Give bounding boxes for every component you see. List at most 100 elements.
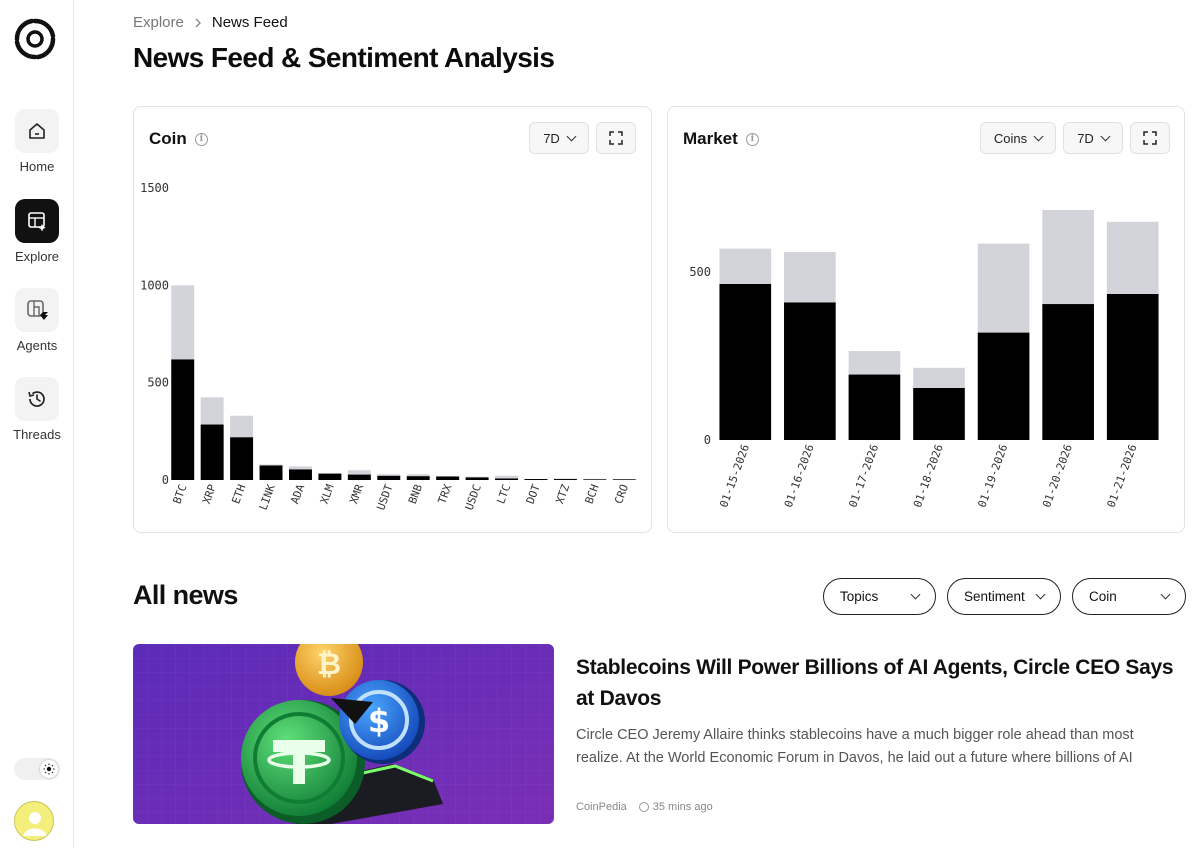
nav-agents[interactable]: Agents <box>0 288 74 353</box>
chevron-down-icon <box>910 589 921 600</box>
bar-segment[interactable] <box>848 374 901 440</box>
x-tick-label: 01-16-2026 <box>782 443 817 510</box>
x-tick-label: 01-15-2026 <box>717 443 752 510</box>
chevron-down-icon <box>1160 589 1171 600</box>
bar-segment[interactable] <box>465 476 489 478</box>
bar-segment[interactable] <box>913 367 965 388</box>
x-tick-label: 01-19-2026 <box>976 443 1011 510</box>
bar-segment[interactable] <box>259 464 283 466</box>
nav-agents-button[interactable] <box>15 288 59 332</box>
user-icon <box>23 812 47 836</box>
x-tick-label: 01-20-2026 <box>1040 443 1075 510</box>
bar-segment[interactable] <box>347 470 371 475</box>
bar-segment[interactable] <box>436 476 460 480</box>
news-time-wrapper: 35 mins ago <box>638 801 713 813</box>
x-tick-label: XRP <box>200 482 219 505</box>
bar-segment[interactable] <box>171 285 195 360</box>
bar-segment[interactable] <box>347 474 371 480</box>
bar-segment[interactable] <box>171 359 195 480</box>
x-tick-label: BNB <box>406 482 425 505</box>
nav-threads[interactable]: Threads <box>0 377 74 442</box>
topics-filter[interactable]: Topics <box>823 578 936 615</box>
news-headline[interactable]: Stablecoins Will Power Billions of AI Ag… <box>576 652 1176 714</box>
bar-segment[interactable] <box>200 424 224 480</box>
x-tick-label: USDC <box>463 483 484 512</box>
bar-segment[interactable] <box>784 302 836 440</box>
x-tick-label: 01-17-2026 <box>846 443 881 510</box>
x-tick-label: 01-18-2026 <box>911 443 946 510</box>
coin-filter[interactable]: Coin <box>1072 578 1186 615</box>
nav-agents-label: Agents <box>16 338 58 353</box>
bar-segment[interactable] <box>583 479 607 480</box>
market-chart-card: Market i Coins 7D 0 500 01-15-2026 01-16-20… <box>667 106 1185 533</box>
news-time: 35 mins ago <box>652 801 713 813</box>
bar-segment[interactable] <box>230 415 254 438</box>
x-tick-label: LTC <box>494 483 513 506</box>
threads-icon <box>28 391 45 407</box>
bar-segment[interactable] <box>200 397 224 425</box>
bar-segment[interactable] <box>259 465 283 480</box>
page-title: News Feed & Sentiment Analysis <box>133 42 555 73</box>
explore-icon <box>28 212 46 232</box>
x-tick-label: DOT <box>524 482 543 505</box>
bar-segment[interactable] <box>377 475 401 480</box>
news-thumbnail[interactable]: $ ₿ <box>133 644 554 824</box>
bar-segment[interactable] <box>1106 293 1159 440</box>
bar-segment[interactable] <box>230 437 254 480</box>
nav-explore-button[interactable] <box>15 199 59 243</box>
theme-knob <box>40 760 58 778</box>
app-logo-icon[interactable] <box>12 16 58 62</box>
nav-explore-label: Explore <box>14 249 60 264</box>
bar-segment[interactable] <box>553 478 577 480</box>
bar-segment[interactable] <box>977 332 1030 440</box>
user-avatar[interactable] <box>14 801 54 841</box>
x-tick-label: XTZ <box>553 482 572 505</box>
bar-segment[interactable] <box>406 474 430 477</box>
bar-segment[interactable] <box>318 473 342 480</box>
nav-threads-label: Threads <box>13 427 61 442</box>
bar-segment[interactable] <box>848 351 901 375</box>
y-tick-label: 500 <box>689 265 711 279</box>
home-icon <box>29 123 45 139</box>
chevron-right-icon <box>195 18 201 27</box>
bar-segment[interactable] <box>977 243 1030 333</box>
breadcrumb: Explore News Feed <box>133 14 288 31</box>
bar-segment[interactable] <box>288 469 312 480</box>
sentiment-filter[interactable]: Sentiment <box>947 578 1061 615</box>
bar-segment[interactable] <box>495 475 519 479</box>
y-tick-label: 1000 <box>140 278 169 292</box>
bar-segment[interactable] <box>1042 210 1094 305</box>
news-meta: CoinPedia 35 mins ago <box>576 801 713 813</box>
y-tick-label: 1500 <box>140 181 169 195</box>
x-tick-label: TRX <box>435 482 454 505</box>
bar-segment[interactable] <box>377 474 401 476</box>
nav-home[interactable]: Home <box>0 109 74 174</box>
bar-segment[interactable] <box>406 476 430 480</box>
news-summary: Circle CEO Jeremy Allaire thinks stablec… <box>576 727 1134 766</box>
svg-text:₿: ₿ <box>317 647 341 682</box>
bar-segment[interactable] <box>288 466 312 470</box>
chevron-down-icon <box>1035 589 1046 600</box>
bar-segment[interactable] <box>495 478 519 480</box>
nav-explore[interactable]: Explore <box>0 199 74 264</box>
breadcrumb-parent[interactable]: Explore <box>133 14 184 31</box>
bar-segment[interactable] <box>784 252 836 303</box>
svg-text:$: $ <box>368 702 390 740</box>
bar-segment[interactable] <box>524 479 548 480</box>
bar-segment[interactable] <box>1106 221 1159 294</box>
news-source[interactable]: CoinPedia <box>576 801 627 813</box>
nav-home-label: Home <box>19 159 55 174</box>
bar-segment[interactable] <box>1042 304 1094 440</box>
bar-segment[interactable] <box>553 479 577 480</box>
nav-home-button[interactable] <box>15 109 59 153</box>
stablecoins-illustration: $ ₿ <box>133 644 554 824</box>
bar-segment[interactable] <box>465 477 489 480</box>
nav-threads-button[interactable] <box>15 377 59 421</box>
bar-segment[interactable] <box>719 283 772 440</box>
theme-toggle[interactable] <box>14 758 60 780</box>
x-tick-label: CRO <box>612 483 631 506</box>
bar-segment[interactable] <box>719 248 772 284</box>
bar-segment[interactable] <box>612 479 636 480</box>
bar-segment[interactable] <box>913 387 965 440</box>
sun-icon <box>43 763 55 775</box>
